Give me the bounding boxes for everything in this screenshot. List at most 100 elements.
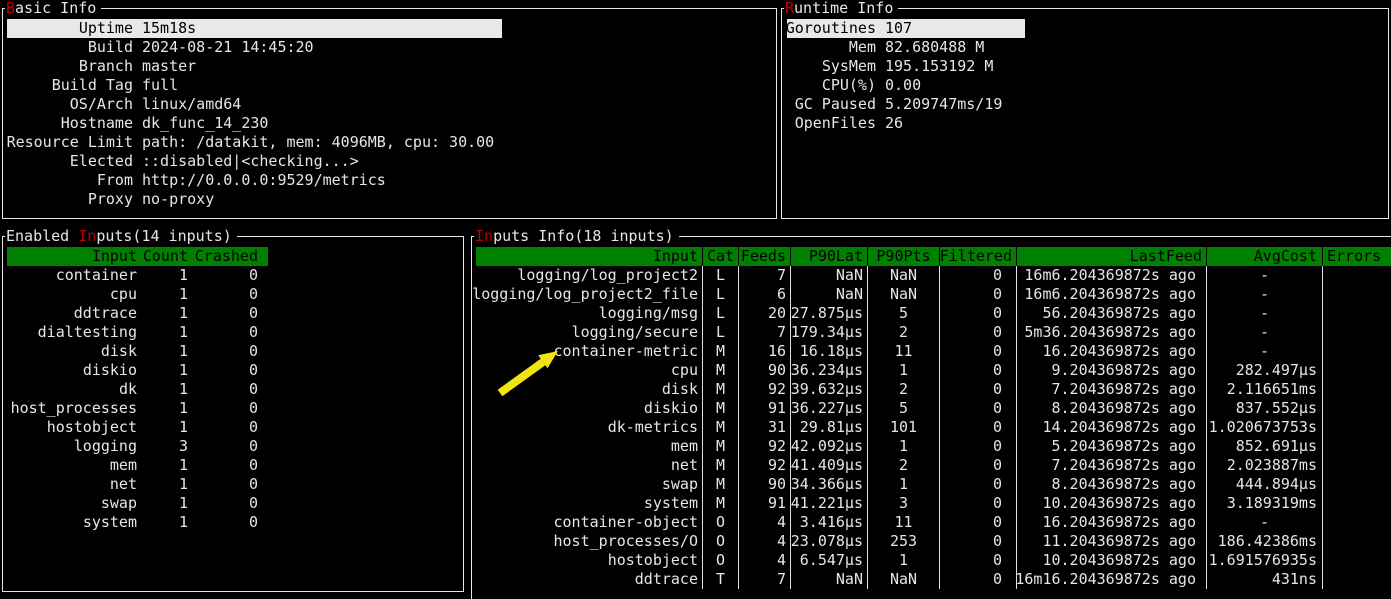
table-row-dialtesting[interactable]: dialtesting 1 0 [7, 323, 268, 342]
table-cell [1323, 380, 1391, 399]
kv-row-hostname[interactable]: Hostname dk_func_14_230 [3, 114, 776, 133]
table-row-hostobject[interactable]: hostobject O 4 6.547µs 1 0 10.204369872s ago 1.… [476, 551, 1391, 570]
table-cell: 91 [739, 494, 791, 513]
basic-info-rows: Uptime 15m18s Build 2024-08-21 14:45:20 Bran… [3, 19, 776, 209]
table-row-host-processes[interactable]: host_processes 1 0 [7, 399, 268, 418]
table-row-cpu[interactable]: cpu M 90 36.234µs 1 0 9.204369872s ago 282.497µ… [476, 361, 1391, 380]
table-cell: 16m16.204369872s ago [1015, 570, 1207, 589]
table-cell: 36.234µs [791, 361, 868, 380]
kv-row-openfiles[interactable]: OpenFiles 26 [782, 114, 1388, 133]
table-cell: M [703, 475, 739, 494]
table-row-ddtrace[interactable]: ddtrace 1 0 [7, 304, 268, 323]
table-row-host-processes-o[interactable]: host_processes/O O 4 23.078µs 253 0 11.2043698… [476, 532, 1391, 551]
table-cell: 42.092µs [791, 437, 868, 456]
table-row-diskio[interactable]: diskio 1 0 [7, 361, 268, 380]
datakit-monitor-screen: Basic Info Uptime 15m18s Build 2024-08-21 1… [0, 0, 1391, 599]
table-row-mem[interactable]: mem 1 0 [7, 456, 268, 475]
table-row-logging-log-project2-file[interactable]: logging/log_project2_file L 6 NaN NaN 0 16m6.2… [472, 285, 1391, 304]
runtime-info-rows: Goroutines 107 Mem 82.680488 M SysMem 195.153… [782, 19, 1388, 133]
table-row-net[interactable]: net 1 0 [7, 475, 268, 494]
table-cell: NaN [868, 285, 940, 304]
table-cell: 179.34µs [791, 323, 868, 342]
table-cell: 2.023887ms [1207, 456, 1323, 475]
table-cell: mem [109, 456, 137, 474]
table-cell: 1 [178, 475, 188, 493]
table-row-net[interactable]: net M 92 41.409µs 2 0 7.204369872s ago 2.023887… [476, 456, 1391, 475]
table-row-dk-metrics[interactable]: dk-metrics M 31 29.81µs 101 0 14.204369872s ag… [476, 418, 1391, 437]
table-row-container-object[interactable]: container-object O 4 3.416µs 11 0 16.204369872… [476, 513, 1391, 532]
table-cell: O [703, 532, 739, 551]
kv-row-from[interactable]: From http://0.0.0.0:9529/metrics [3, 171, 776, 190]
kv-value: linux/amd64 [142, 95, 242, 113]
table-row-swap[interactable]: swap M 90 34.366µs 1 0 8.204369872s ago 444.894… [476, 475, 1391, 494]
table-cell: 0 [248, 456, 258, 474]
kv-row-mem[interactable]: Mem 82.680488 M [782, 38, 1388, 57]
table-cell: 27.875µs [791, 304, 868, 323]
table-cell: 11.204369872s ago [1017, 532, 1207, 551]
table-cell: 4 [739, 551, 791, 570]
table-row-container-metric[interactable]: container-metric M 16 16.18µs 11 0 16.20436987… [476, 342, 1391, 361]
kv-row-gc-paused[interactable]: GC Paused 5.209747ms/19 [782, 95, 1388, 114]
column-header-feeds: Feeds [739, 247, 791, 266]
table-row-dk[interactable]: dk 1 0 [7, 380, 268, 399]
table-row-cpu[interactable]: cpu 1 0 [7, 285, 268, 304]
kv-label: From [96, 171, 133, 189]
table-cell: hostobject [46, 418, 137, 436]
table-cell: - [1207, 513, 1323, 532]
kv-row-sysmem[interactable]: SysMem 195.153192 M [782, 57, 1388, 76]
kv-row-proxy[interactable]: Proxy no-proxy [3, 190, 776, 209]
kv-row-os-arch[interactable]: OS/Arch linux/amd64 [3, 95, 776, 114]
kv-row-cpu[interactable]: CPU(%) 0.00 [782, 76, 1388, 95]
table-cell: 1 [178, 342, 188, 360]
kv-value: full [142, 76, 179, 94]
table-row-system[interactable]: system 1 0 [7, 513, 268, 532]
table-row-system[interactable]: system M 91 41.221µs 3 0 10.204369872s ago 3.18… [476, 494, 1391, 513]
table-row-mem[interactable]: mem M 92 42.092µs 1 0 5.204369872s ago 852.691µ… [476, 437, 1391, 456]
table-row-disk[interactable]: disk 1 0 [7, 342, 268, 361]
column-header-filtered: Filtered [940, 247, 1017, 266]
table-cell: 91 [739, 399, 791, 418]
kv-label: Goroutines [785, 19, 876, 37]
kv-row-build[interactable]: Build 2024-08-21 14:45:20 [3, 38, 776, 57]
kv-label: CPU(%) [821, 76, 876, 94]
table-cell: logging/msg [476, 304, 703, 323]
kv-label: Resource Limit [6, 133, 133, 151]
table-row-logging-log-project2[interactable]: logging/log_project2 L 7 NaN NaN 0 16m6.204369… [476, 266, 1391, 285]
table-cell: 101 [868, 418, 940, 437]
column-header-p90pts: P90Pts [868, 247, 940, 266]
panel-enabled-inputs: Enabled Inputs(14 inputs) Input Count Cras… [2, 227, 464, 592]
kv-row-goroutines[interactable]: Goroutines 107 [782, 19, 1388, 38]
table-cell: 852.691µs [1207, 437, 1323, 456]
table-row-disk[interactable]: disk M 92 39.632µs 2 0 7.204369872s ago 2.11665… [476, 380, 1391, 399]
table-cell: M [703, 418, 739, 437]
table-row-logging-msg[interactable]: logging/msg L 20 27.875µs 5 0 56.204369872s ag… [476, 304, 1391, 323]
kv-row-uptime[interactable]: Uptime 15m18s [3, 19, 776, 38]
kv-row-elected[interactable]: Elected::disabled|<checking...> [3, 152, 776, 171]
kv-value: master [142, 57, 197, 75]
table-cell: 186.42386ms [1207, 532, 1323, 551]
table-row-logging[interactable]: logging 3 0 [7, 437, 268, 456]
table-row-ddtrace[interactable]: ddtrace T 7 NaN NaN 0 16m16.204369872s ago 431n… [476, 570, 1391, 589]
table-cell: 0 [940, 551, 1017, 570]
table-cell: logging [73, 437, 137, 455]
table-cell: 90 [739, 475, 791, 494]
table-cell: M [703, 437, 739, 456]
table-row-hostobject[interactable]: hostobject 1 0 [7, 418, 268, 437]
table-cell: ddtrace [73, 304, 137, 322]
table-cell: O [703, 513, 739, 532]
kv-row-resource-limit[interactable]: Resource Limit path: /datakit, mem: 4096M… [3, 133, 776, 152]
table-cell: 36.227µs [791, 399, 868, 418]
table-cell: 16 [739, 342, 791, 361]
table-cell: 253 [868, 532, 940, 551]
table-cell [1323, 323, 1391, 342]
kv-row-branch[interactable]: Branch master [3, 57, 776, 76]
table-row-logging-secure[interactable]: logging/secure L 7 179.34µs 2 0 5m36.204369872… [476, 323, 1391, 342]
table-cell: logging/log_project2 [476, 266, 703, 285]
table-cell: 2 [868, 456, 940, 475]
kv-row-build-tag[interactable]: Build Tag full [3, 76, 776, 95]
table-row-container[interactable]: container 1 0 [7, 266, 268, 285]
table-row-diskio[interactable]: diskio M 91 36.227µs 5 0 8.204369872s ago 837.5… [476, 399, 1391, 418]
table-cell: 16.204369872s ago [1017, 342, 1207, 361]
table-row-swap[interactable]: swap 1 0 [7, 494, 268, 513]
table-cell: 0 [248, 266, 258, 284]
